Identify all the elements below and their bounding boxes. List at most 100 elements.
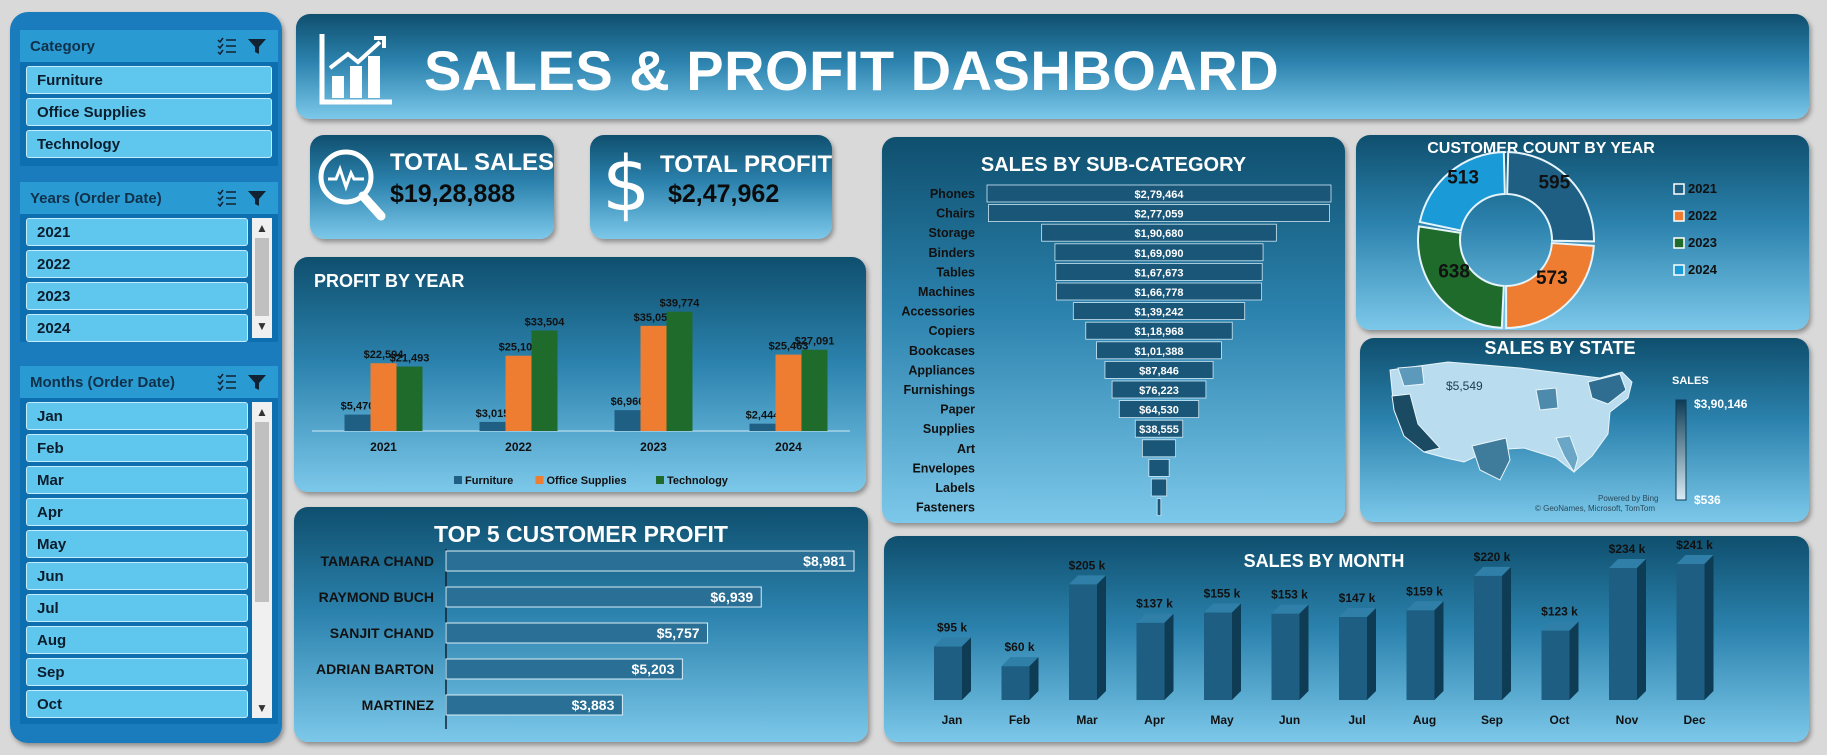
slicer-item-jul[interactable]: Jul (26, 594, 248, 622)
slicer-item-jun[interactable]: Jun (26, 562, 248, 590)
slicer-item-feb[interactable]: Feb (26, 434, 248, 462)
bar-office-supplies-2021 (370, 363, 397, 431)
us-map-states[interactable] (1389, 361, 1633, 481)
bar-front-may (1204, 612, 1232, 700)
top5-customer-panel: TOP 5 CUSTOMER PROFIT TAMARA CHAND $8,981… (294, 507, 868, 742)
slicer-item-office-supplies[interactable]: Office Supplies (26, 98, 272, 126)
bar-front-aug (1406, 610, 1435, 700)
bar-side-dec (1704, 555, 1714, 700)
map-attribution-bing: Powered by Bing (1598, 494, 1658, 503)
slicer-item-jan[interactable]: Jan (26, 402, 248, 430)
slicer-item-furniture[interactable]: Furniture (26, 66, 272, 94)
multi-select-icon[interactable] (216, 188, 238, 208)
donut-value-label: 573 (1536, 268, 1568, 289)
state-texas[interactable] (1471, 437, 1511, 481)
scroll-down-icon[interactable]: ▼ (252, 316, 272, 336)
bar-technology-2023 (666, 311, 693, 431)
slicer-item-aug[interactable]: Aug (26, 626, 248, 654)
clear-filter-icon[interactable] (246, 36, 268, 56)
y-tick-label: Bookcases (909, 344, 975, 358)
bar-side-jul (1367, 608, 1376, 700)
funnel-bar-fasteners (1156, 498, 1162, 517)
bar-front-jul (1339, 617, 1367, 700)
scroll-thumb[interactable] (255, 422, 269, 602)
y-tick-label: Tables (936, 265, 975, 279)
data-label: $1,90,680 (1135, 228, 1184, 240)
bar-side-may (1232, 603, 1241, 700)
bar-furniture-2021 (344, 414, 371, 431)
clear-filter-icon[interactable] (246, 372, 268, 392)
data-label: $60 k (1004, 640, 1034, 654)
sales-by-subcategory-panel: SALES BY SUB-CATEGORY Phones $2,79,464 Cha… (882, 137, 1345, 523)
legend-swatch (1673, 264, 1685, 276)
legend-swatch (535, 476, 544, 484)
scroll-up-icon[interactable]: ▲ (252, 218, 272, 238)
slicer-item-2022[interactable]: 2022 (26, 250, 248, 278)
years-slicer-header: Years (Order Date) (20, 182, 278, 214)
profit-by-year-panel: PROFIT BY YEAR $5,470 $22,594 $21,493 2021 $… (294, 257, 866, 492)
data-label: $2,444 (746, 410, 781, 422)
clear-filter-icon[interactable] (246, 188, 268, 208)
years-slicer-title: Years (Order Date) (30, 189, 162, 207)
x-tick-label: 2023 (640, 440, 667, 454)
slicer-item-2024[interactable]: 2024 (26, 314, 248, 342)
total-sales-card: TOTAL SALES $19,28,888 (310, 135, 554, 239)
bar-furniture-2022 (479, 421, 506, 431)
total-profit-value: $2,47,962 (668, 180, 780, 208)
scroll-thumb[interactable] (255, 238, 269, 316)
bar-side-oct (1569, 621, 1579, 700)
map-legend-min: $536 (1694, 493, 1721, 507)
funnel-bar-art (1141, 439, 1177, 458)
y-tick-label: Phones (930, 187, 975, 201)
slicer-item-2023[interactable]: 2023 (26, 282, 248, 310)
slicer-item-may[interactable]: May (26, 530, 248, 558)
x-tick-label: Aug (1413, 713, 1436, 727)
sales-by-month-chart: $95 k Jan $60 k Feb $205 k Mar $137 k Apr $155 k… (934, 538, 1714, 727)
dollar-icon: $ (602, 139, 651, 228)
x-tick-label: 2024 (775, 440, 802, 454)
bar-front-dec (1676, 564, 1705, 700)
page-title: SALES & PROFIT DASHBOARD (424, 39, 1280, 102)
data-label: $155 k (1204, 587, 1241, 601)
sales-by-state-panel: SALES BY STATE $5,549 SALES $3,90,146 $5… (1360, 338, 1809, 522)
customer-count-donut: 595 573 638 513 2021 2022 2023 2024 (1417, 151, 1718, 330)
bar-front-nov (1609, 567, 1637, 700)
data-label: $234 k (1609, 542, 1646, 556)
years-scrollbar[interactable]: ▲ ▼ (252, 218, 272, 338)
data-label: $1,01,388 (1135, 346, 1184, 358)
data-label: $220 k (1474, 550, 1511, 564)
slicer-item-technology[interactable]: Technology (26, 130, 272, 158)
multi-select-icon[interactable] (216, 36, 238, 56)
legend-label: 2023 (1688, 235, 1717, 250)
data-label: $205 k (1069, 558, 1106, 572)
years-slicer-list: 2021 2022 2023 2024 ▲ ▼ (20, 214, 278, 342)
x-tick-label: Jan (942, 713, 963, 727)
x-tick-label: 2022 (505, 440, 532, 454)
data-label: $1,69,090 (1135, 248, 1184, 260)
bar-side-apr (1164, 613, 1174, 700)
state-illinois[interactable] (1535, 387, 1559, 411)
data-label: $123 k (1541, 605, 1578, 619)
multi-select-icon[interactable] (216, 372, 238, 392)
y-tick-label: Appliances (908, 363, 975, 377)
slicer-item-oct[interactable]: Oct (26, 690, 248, 718)
x-tick-label: Jul (1348, 713, 1365, 727)
bar-front-apr (1136, 622, 1165, 700)
scroll-up-icon[interactable]: ▲ (252, 402, 272, 422)
data-label: $241 k (1676, 538, 1713, 552)
funnel-bar-envelopes (1148, 458, 1170, 477)
subcategory-funnel-chart: Phones $2,79,464 Chairs $2,77,059 Storage $1,… (901, 184, 1332, 517)
data-label: $147 k (1339, 591, 1376, 605)
months-scrollbar[interactable]: ▲ ▼ (252, 402, 272, 718)
category-slicer: Category Furniture Office Supplies Techn… (20, 30, 278, 166)
x-tick-label: Oct (1549, 713, 1569, 727)
scroll-down-icon[interactable]: ▼ (252, 698, 272, 718)
slicer-item-sep[interactable]: Sep (26, 658, 248, 686)
slicer-item-apr[interactable]: Apr (26, 498, 248, 526)
legend-label: 2022 (1688, 208, 1717, 223)
slicer-item-mar[interactable]: Mar (26, 466, 248, 494)
data-label: $21,493 (390, 353, 430, 365)
slicer-item-2021[interactable]: 2021 (26, 218, 248, 246)
data-label: $1,67,673 (1135, 267, 1184, 279)
x-tick-label: Mar (1076, 713, 1098, 727)
